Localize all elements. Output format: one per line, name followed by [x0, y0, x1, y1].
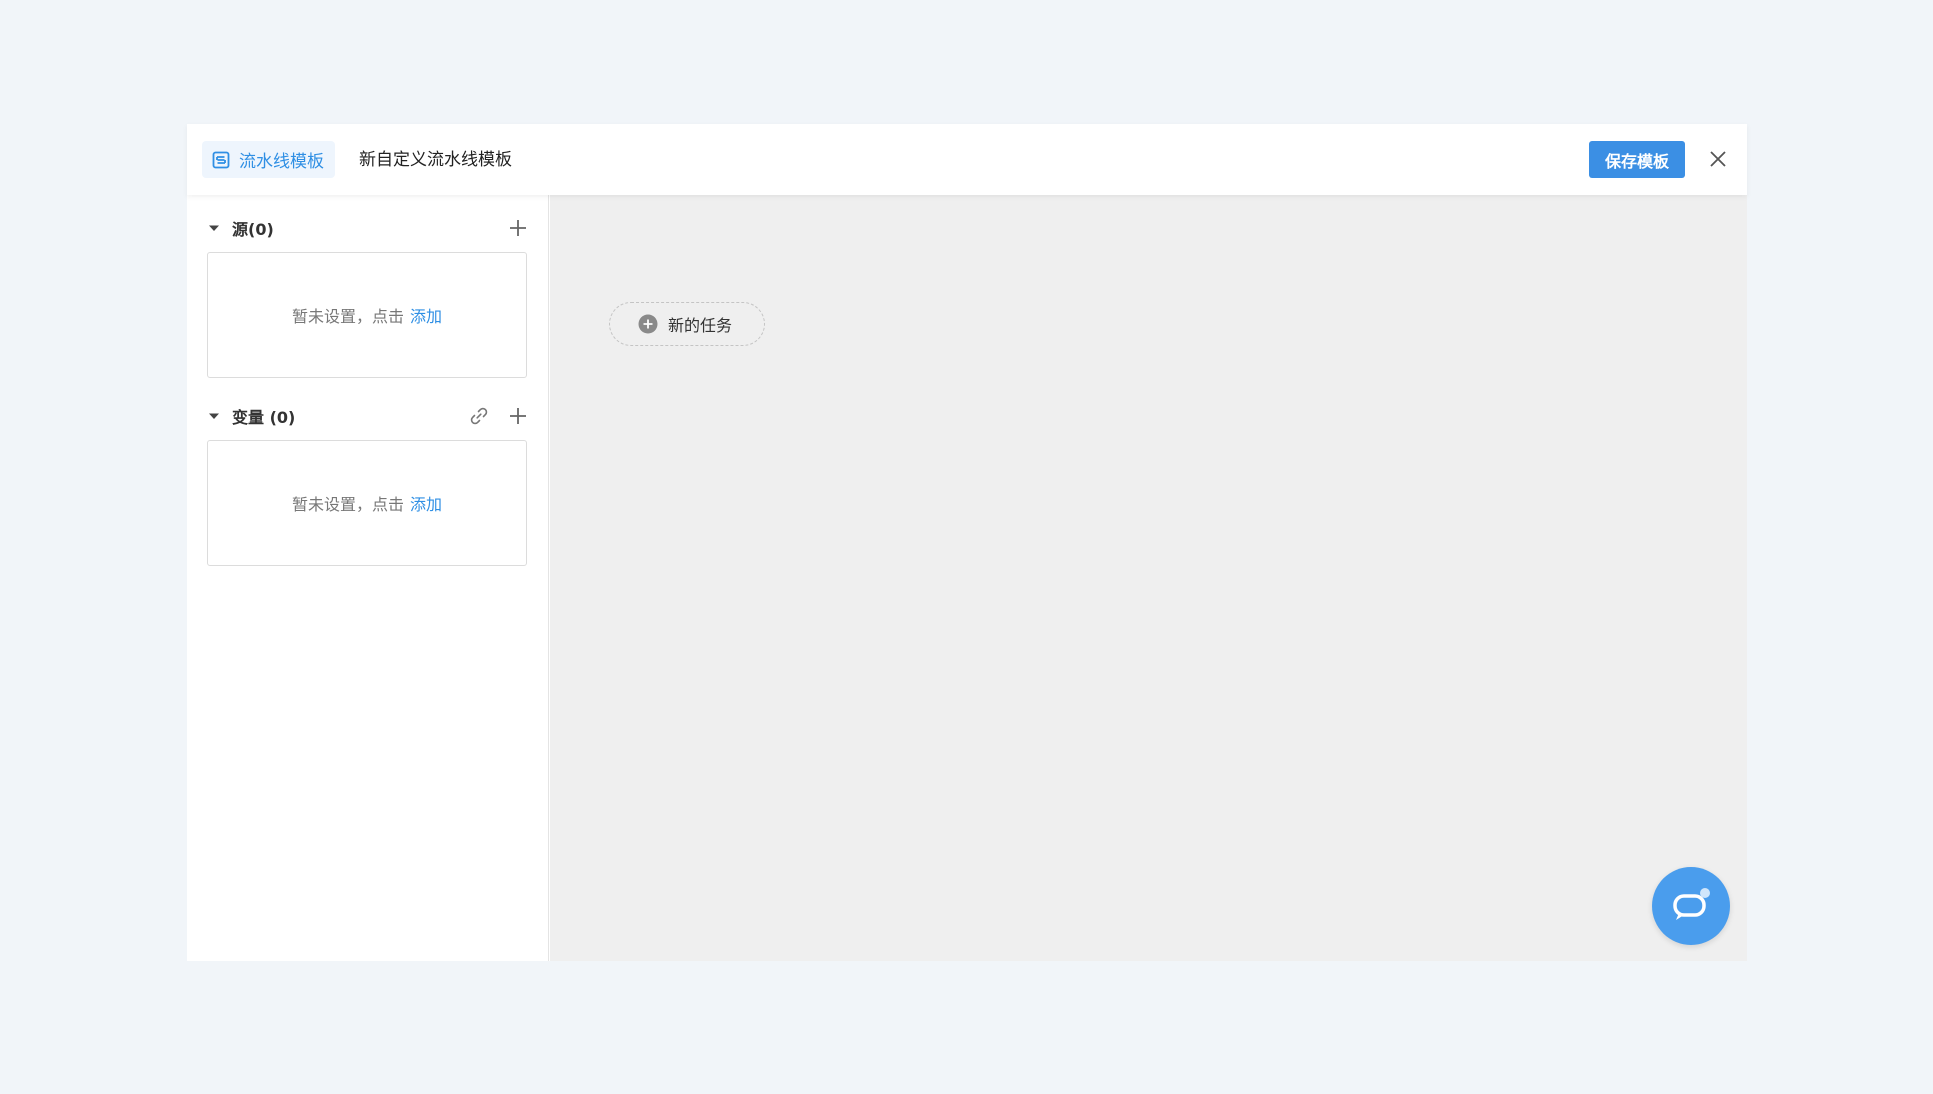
chat-icon [1673, 888, 1710, 920]
plus-icon[interactable] [507, 405, 529, 427]
new-task-button[interactable]: 新的任务 [609, 302, 765, 346]
page-title: 新自定义流水线模板 [359, 150, 512, 170]
link-icon[interactable] [468, 405, 490, 427]
pipeline-template-tag: 流水线模板 [202, 141, 335, 178]
tag-label: 流水线模板 [239, 152, 324, 172]
close-icon [1710, 151, 1726, 167]
sources-empty-state: 暂未设置，点击 添加 [207, 252, 527, 378]
new-task-label: 新的任务 [668, 316, 733, 335]
sidebar: 源(0) 暂未设置，点击 添加 变量 (0) 暂未设置，点击 添加 [187, 195, 549, 961]
sources-add-link[interactable]: 添加 [410, 303, 442, 327]
variables-section-header: 变量 (0) [207, 403, 529, 429]
pipeline-template-editor: 流水线模板 新自定义流水线模板 保存模板 源(0) 暂未设置，点击 添加 变量 … [187, 124, 1747, 961]
pipeline-template-icon [212, 151, 230, 168]
caret-down-icon[interactable] [207, 409, 221, 423]
variables-title: 变量 (0) [232, 408, 296, 427]
variables-empty-text: 暂未设置，点击 [291, 495, 404, 514]
plus-icon[interactable] [507, 217, 529, 239]
variables-add-link[interactable]: 添加 [410, 491, 442, 515]
sources-section-header: 源(0) [207, 215, 529, 241]
save-template-button[interactable]: 保存模板 [1589, 141, 1685, 178]
caret-down-icon[interactable] [207, 221, 221, 235]
close-button[interactable] [1707, 148, 1729, 170]
chat-support-button[interactable] [1652, 867, 1730, 945]
plus-circle-icon [638, 314, 658, 334]
sources-title: 源(0) [232, 220, 274, 239]
variables-empty-state: 暂未设置，点击 添加 [207, 440, 527, 566]
pipeline-canvas: 新的任务 [550, 195, 1747, 961]
sources-empty-text: 暂未设置，点击 [291, 307, 404, 326]
header: 流水线模板 新自定义流水线模板 保存模板 [187, 124, 1747, 195]
